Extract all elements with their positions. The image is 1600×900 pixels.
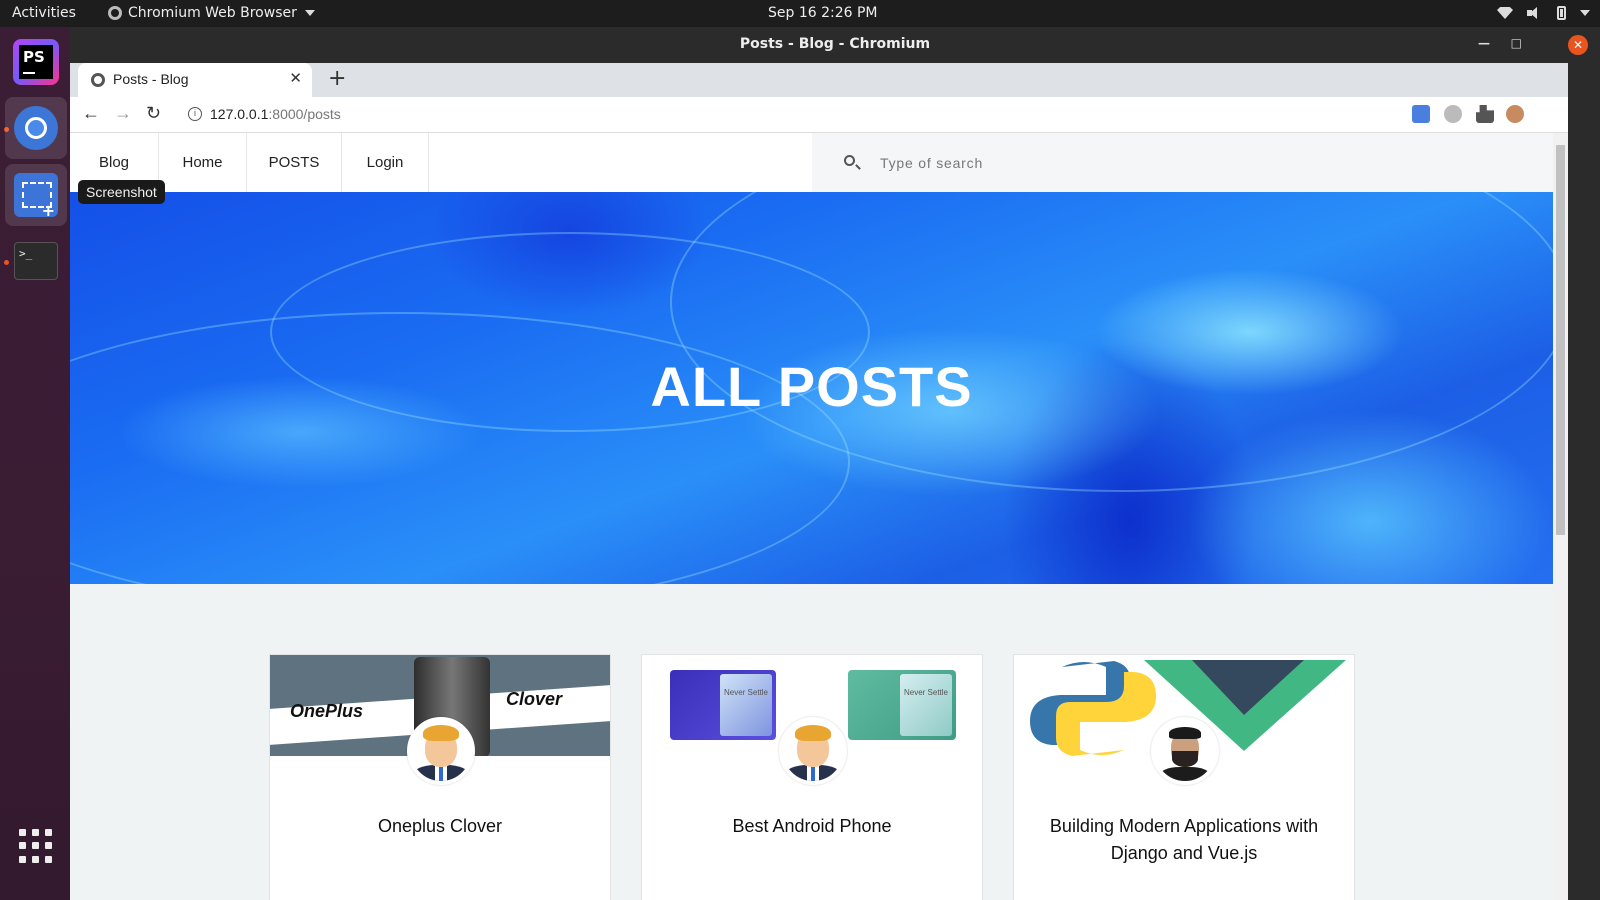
wifi-icon — [1497, 7, 1513, 19]
app-menu[interactable]: Chromium Web Browser — [108, 5, 315, 21]
search-input[interactable] — [878, 151, 1478, 175]
system-top-bar: Activities Chromium Web Browser Sep 16 2… — [0, 0, 1600, 27]
banner-text-right: Clover — [506, 689, 563, 709]
clock[interactable]: Sep 16 2:26 PM — [768, 5, 878, 21]
post-card[interactable]: Building Modern Applications with Django… — [1013, 654, 1355, 900]
system-tray[interactable] — [1497, 6, 1590, 20]
post-title[interactable]: Oneplus Clover — [290, 813, 590, 840]
post-card[interactable]: Never Settle Never Settle Best Android P… — [641, 654, 983, 900]
globe-icon — [91, 73, 105, 87]
tab-strip: Posts - Blog ✕ + — [70, 63, 1600, 97]
nav-link-login[interactable]: Login — [342, 133, 429, 192]
dock: PS >_ — [0, 27, 70, 900]
nav-link-posts[interactable]: POSTS — [247, 133, 342, 192]
app-menu-label: Chromium Web Browser — [128, 5, 297, 21]
chevron-down-icon — [1580, 10, 1590, 16]
forward-button[interactable]: → — [114, 103, 132, 124]
dock-tooltip: Screenshot — [78, 180, 165, 204]
show-applications-icon[interactable] — [19, 829, 53, 863]
dock-screenshot[interactable] — [5, 164, 67, 226]
post-title[interactable]: Building Modern Applications with Django… — [1034, 813, 1334, 867]
window-edge — [1568, 63, 1600, 900]
browser-toolbar: ← → ↻ i 127.0.0.1:8000/posts ☆ — [70, 97, 1600, 133]
extensions-puzzle-icon[interactable] — [1476, 105, 1494, 123]
author-avatar[interactable] — [407, 717, 475, 785]
minimize-button[interactable]: — — [1478, 36, 1490, 50]
profile-avatar[interactable] — [1506, 105, 1524, 123]
hero-title: ALL POSTS — [650, 355, 973, 418]
nav-link-home[interactable]: Home — [158, 133, 247, 192]
maximize-button[interactable]: □ — [1511, 36, 1522, 50]
translate-extension-icon[interactable] — [1412, 105, 1430, 123]
phpstorm-icon: PS — [13, 39, 59, 85]
globe-extension-icon[interactable] — [1444, 105, 1462, 123]
dock-phpstorm[interactable]: PS — [5, 31, 67, 93]
terminal-icon: >_ — [14, 242, 58, 280]
page-scrollbar[interactable] — [1553, 133, 1568, 900]
battery-icon — [1557, 6, 1566, 20]
browser-tab[interactable]: Posts - Blog ✕ — [78, 63, 312, 97]
window-title: Posts - Blog - Chromium — [739, 36, 931, 52]
banner-text-left: OnePlus — [290, 701, 364, 721]
new-tab-button[interactable]: + — [328, 66, 346, 91]
author-avatar[interactable] — [1151, 717, 1219, 785]
chevron-down-icon — [304, 10, 315, 16]
window-titlebar: Posts - Blog - Chromium — □ ✕ — [70, 27, 1600, 63]
post-card[interactable]: OnePlus Clover Oneplus Clover — [269, 654, 611, 900]
address-bar[interactable]: i 127.0.0.1:8000/posts ☆ — [178, 100, 1473, 130]
chromium-icon — [108, 6, 122, 20]
scrollbar-thumb[interactable] — [1556, 145, 1565, 535]
post-title[interactable]: Best Android Phone — [662, 813, 962, 840]
web-page: Blog Home POSTS Login ALL POSTS OnePlus … — [70, 133, 1553, 900]
phone-image: Never Settle — [670, 670, 776, 740]
phone-image: Never Settle — [848, 670, 956, 740]
info-icon[interactable]: i — [188, 107, 202, 121]
hero-banner: ALL POSTS — [70, 192, 1553, 584]
reload-button[interactable]: ↻ — [146, 103, 161, 124]
close-tab-icon[interactable]: ✕ — [289, 69, 302, 87]
volume-icon — [1527, 6, 1543, 20]
dock-chromium[interactable] — [5, 97, 67, 159]
dock-terminal[interactable]: >_ — [5, 230, 67, 292]
url-text[interactable]: 127.0.0.1:8000/posts — [210, 106, 341, 122]
screenshot-icon — [14, 173, 58, 220]
close-window-button[interactable]: ✕ — [1568, 35, 1588, 55]
search-icon[interactable] — [844, 155, 855, 166]
site-search — [812, 133, 1553, 192]
author-avatar[interactable] — [779, 717, 847, 785]
back-button[interactable]: ← — [82, 103, 100, 124]
tab-title: Posts - Blog — [113, 71, 189, 87]
site-navbar: Blog Home POSTS Login — [70, 133, 1553, 192]
activities-button[interactable]: Activities — [12, 5, 76, 21]
chromium-icon — [14, 106, 58, 150]
